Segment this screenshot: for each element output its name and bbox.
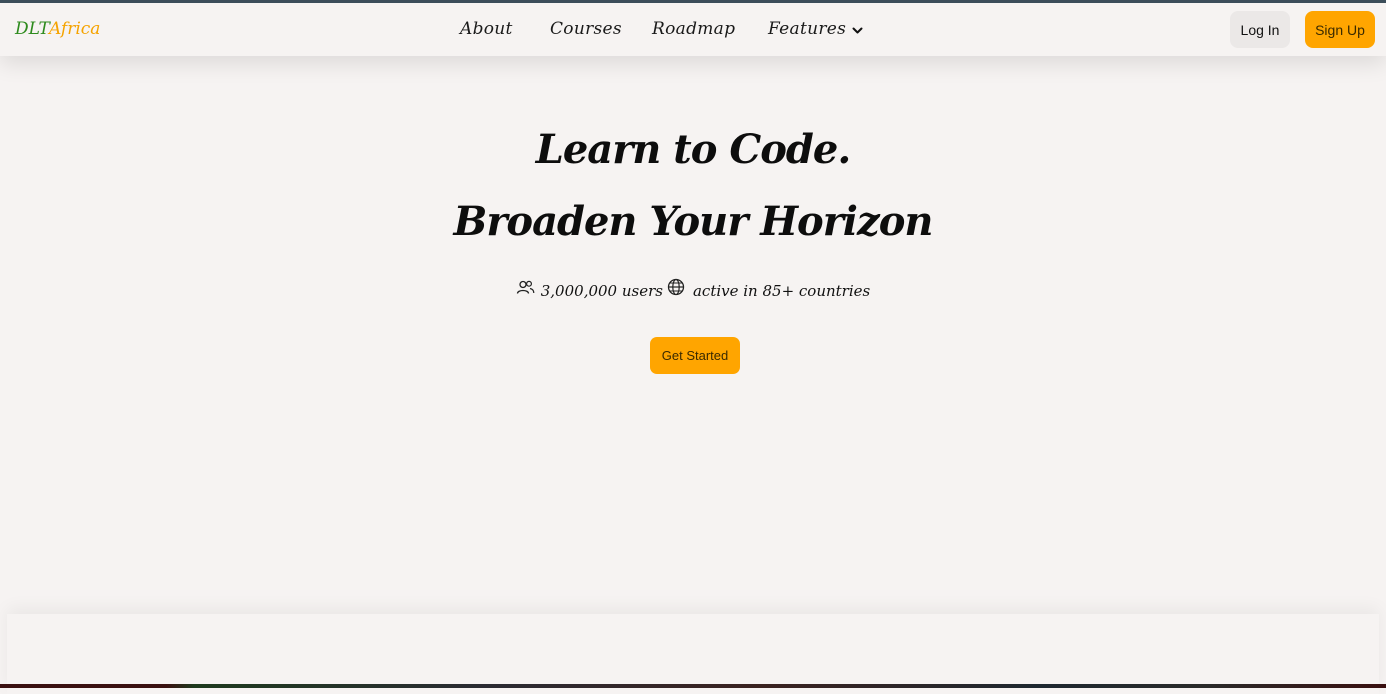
nav-courses[interactable]: Courses [550,17,622,41]
nav-roadmap[interactable]: Roadmap [652,17,735,41]
nav-about[interactable]: About [460,17,513,41]
globe-icon [667,278,685,296]
hero-title-line2: Broaden Your Horizon [453,198,934,245]
users-count-text: 3,000,000 users [540,282,663,300]
chevron-down-icon [852,18,863,42]
nav-features-label: Features [768,19,847,39]
get-started-button[interactable]: Get Started [650,337,740,374]
nav-features[interactable]: Features [768,17,863,42]
countries-text: active in 85+ countries [692,282,871,300]
users-icon [516,280,535,295]
card-image-strip [0,684,1386,688]
hero-stats: 3,000,000 users active in 85+ countries [0,278,1386,304]
content-card [7,614,1379,694]
navbar: DLTAfrica About Courses Roadmap Features… [0,3,1386,56]
login-button[interactable]: Log In [1230,11,1290,48]
main-nav: About Courses Roadmap Features [0,17,1386,43]
hero-title-line1: Learn to Code. [535,126,852,173]
signup-button[interactable]: Sign Up [1305,11,1375,48]
